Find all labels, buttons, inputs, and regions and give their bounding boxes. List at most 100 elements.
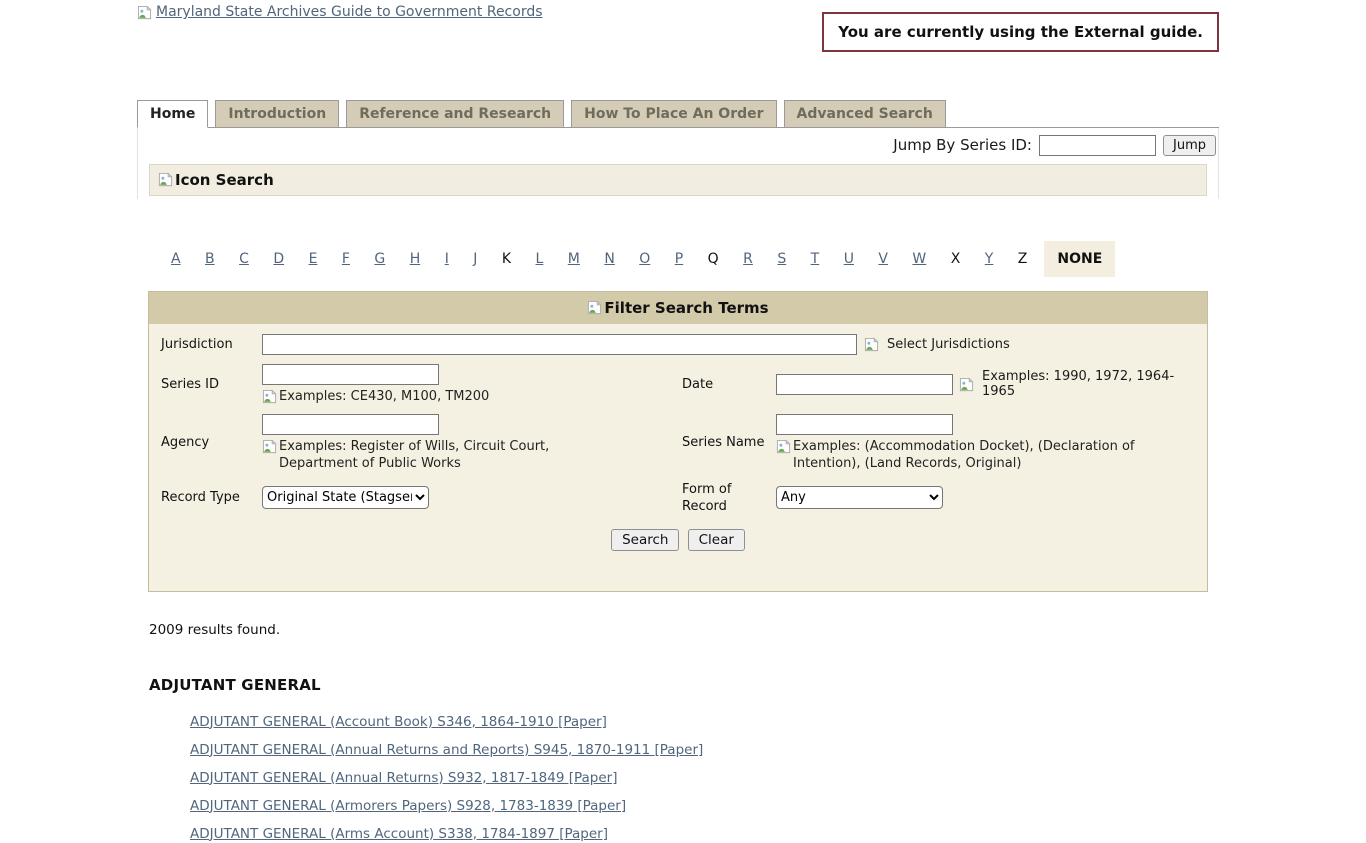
date-label: Date (682, 376, 768, 393)
result-link[interactable]: ADJUTANT GENERAL (Armorers Papers) S928,… (190, 798, 626, 814)
result-item: ADJUTANT GENERAL (Account Book) S346, 18… (190, 714, 1219, 731)
alphabet-letter[interactable]: X (951, 251, 961, 267)
site-title-link[interactable]: Maryland State Archives Guide to Governm… (137, 4, 543, 20)
alphabet-letter[interactable]: A (171, 251, 181, 267)
series-id-examples-text: Examples: CE430, M100, TM200 (279, 388, 489, 405)
filter-panel-body: Jurisdiction Select Jurisdictions Series… (149, 324, 1207, 591)
form-of-record-select[interactable]: Any (776, 486, 943, 509)
tab-panel: Jump By Series ID: Jump Icon Search (137, 128, 1219, 199)
series-name-examples-text: Examples: (Accommodation Docket), (Decla… (793, 438, 1193, 472)
alphabet-letters: A B C D E F G H I J K L (161, 251, 1037, 267)
record-type-cell: Original State (Stagser) (262, 486, 674, 509)
alphabet-letter[interactable]: R (743, 251, 753, 267)
result-link[interactable]: ADJUTANT GENERAL (Annual Returns and Rep… (190, 742, 703, 758)
date-examples-text: Examples: 1990, 1972, 1964-1965 (982, 369, 1195, 399)
series-name-label: Series Name (682, 434, 768, 451)
result-item: ADJUTANT GENERAL (Annual Returns) S932, … (190, 770, 1219, 787)
record-type-select[interactable]: Original State (Stagser) (262, 486, 429, 509)
alphabet-none-button[interactable]: NONE (1044, 241, 1115, 277)
filter-panel-title: Filter Search Terms (604, 299, 768, 317)
form-of-record-label: Form of Record (682, 481, 768, 515)
alphabet-letter[interactable]: L (536, 251, 544, 267)
result-link[interactable]: ADJUTANT GENERAL (Account Book) S346, 18… (190, 714, 607, 730)
broken-image-icon (587, 300, 602, 315)
jurisdiction-cell: Select Jurisdictions (262, 334, 1195, 355)
alphabet-letter[interactable]: W (912, 251, 926, 267)
tab[interactable]: Introduction (215, 100, 339, 127)
tab[interactable]: Home (137, 100, 208, 128)
alphabet-nav: A B C D E F G H I J K L (161, 241, 1219, 277)
alphabet-letter[interactable]: K (502, 251, 511, 267)
external-guide-notice: You are currently using the External gui… (822, 12, 1219, 52)
tab-bar: Home Introduction Reference and Research… (137, 100, 1219, 128)
alphabet-letter[interactable]: H (410, 251, 421, 267)
alphabet-letter[interactable]: M (568, 251, 580, 267)
page-container: Maryland State Archives Guide to Governm… (137, 0, 1219, 843)
alphabet-letter[interactable]: S (777, 251, 786, 267)
jurisdiction-label: Jurisdiction (161, 336, 254, 353)
series-name-examples: Examples: (Accommodation Docket), (Decla… (776, 438, 1195, 472)
agency-label: Agency (161, 434, 254, 451)
site-title: Maryland State Archives Guide to Governm… (156, 4, 543, 20)
filter-form: Jurisdiction Select Jurisdictions Series… (161, 334, 1195, 515)
jump-series-id-input[interactable] (1039, 135, 1156, 156)
result-item: ADJUTANT GENERAL (Annual Returns and Rep… (190, 742, 1219, 759)
jurisdiction-input[interactable] (262, 334, 857, 355)
alphabet-letter[interactable]: I (445, 251, 449, 267)
series-id-input[interactable] (262, 364, 439, 385)
record-type-label: Record Type (161, 489, 254, 506)
clear-button[interactable]: Clear (688, 529, 745, 551)
alphabet-letter[interactable]: J (473, 251, 477, 267)
result-link[interactable]: ADJUTANT GENERAL (Arms Account) S338, 17… (190, 826, 608, 842)
alphabet-letter[interactable]: D (273, 251, 284, 267)
tab[interactable]: Advanced Search (784, 100, 946, 127)
alphabet-letter[interactable]: Y (985, 251, 994, 267)
broken-image-icon (137, 5, 152, 20)
tab[interactable]: How To Place An Order (571, 100, 776, 127)
series-name-input[interactable] (776, 414, 953, 435)
alphabet-letter[interactable]: Q (708, 251, 719, 267)
alphabet-letter[interactable]: U (844, 251, 854, 267)
jump-label: Jump By Series ID: (893, 136, 1032, 154)
filter-search-panel: Filter Search Terms Jurisdiction Select … (148, 291, 1208, 592)
alphabet-letter[interactable]: T (811, 251, 820, 267)
results-count: 2009 results found. (149, 622, 1219, 638)
search-button[interactable]: Search (611, 529, 679, 551)
broken-image-icon (158, 172, 173, 187)
alphabet-letter[interactable]: F (342, 251, 350, 267)
agency-examples-text: Examples: Register of Wills, Circuit Cou… (279, 438, 624, 472)
alphabet-letter[interactable]: P (675, 251, 683, 267)
broken-image-icon (776, 439, 791, 454)
alphabet-letter[interactable]: B (205, 251, 215, 267)
filter-panel-header: Filter Search Terms (149, 292, 1207, 324)
notice-text: You are currently using the External gui… (838, 23, 1203, 41)
alphabet-letter[interactable]: C (239, 251, 249, 267)
result-link[interactable]: ADJUTANT GENERAL (Annual Returns) S932, … (190, 770, 618, 786)
agency-cell: Examples: Register of Wills, Circuit Cou… (262, 414, 674, 472)
results-list: ADJUTANT GENERAL (Account Book) S346, 18… (190, 714, 1219, 843)
icon-search-bar[interactable]: Icon Search (149, 164, 1207, 196)
broken-image-icon (959, 377, 974, 392)
date-cell: Examples: 1990, 1972, 1964-1965 (776, 369, 1195, 399)
date-input[interactable] (776, 374, 953, 395)
agency-input[interactable] (262, 414, 439, 435)
series-name-cell: Examples: (Accommodation Docket), (Decla… (776, 414, 1195, 472)
filter-buttons-row: Search Clear (161, 529, 1195, 551)
results-group-heading: ADJUTANT GENERAL (149, 676, 1219, 694)
jump-button[interactable]: Jump (1163, 135, 1216, 156)
alphabet-letter[interactable]: Z (1018, 251, 1028, 267)
alphabet-letter[interactable]: G (374, 251, 385, 267)
alphabet-letter[interactable]: E (309, 251, 318, 267)
tab[interactable]: Reference and Research (346, 100, 564, 127)
alphabet-letter[interactable]: N (604, 251, 614, 267)
broken-image-icon (262, 389, 277, 404)
icon-search-label: Icon Search (175, 171, 274, 189)
broken-image-icon (262, 439, 277, 454)
alphabet-letter[interactable]: O (639, 251, 650, 267)
date-examples: Examples: 1990, 1972, 1964-1965 (959, 369, 1195, 399)
select-jurisdictions-link[interactable]: Select Jurisdictions (864, 337, 1010, 352)
jump-by-series-row: Jump By Series ID: Jump (138, 128, 1218, 162)
alphabet-letter[interactable]: V (878, 251, 888, 267)
broken-image-icon (864, 337, 879, 352)
select-jurisdictions-label: Select Jurisdictions (887, 337, 1010, 352)
